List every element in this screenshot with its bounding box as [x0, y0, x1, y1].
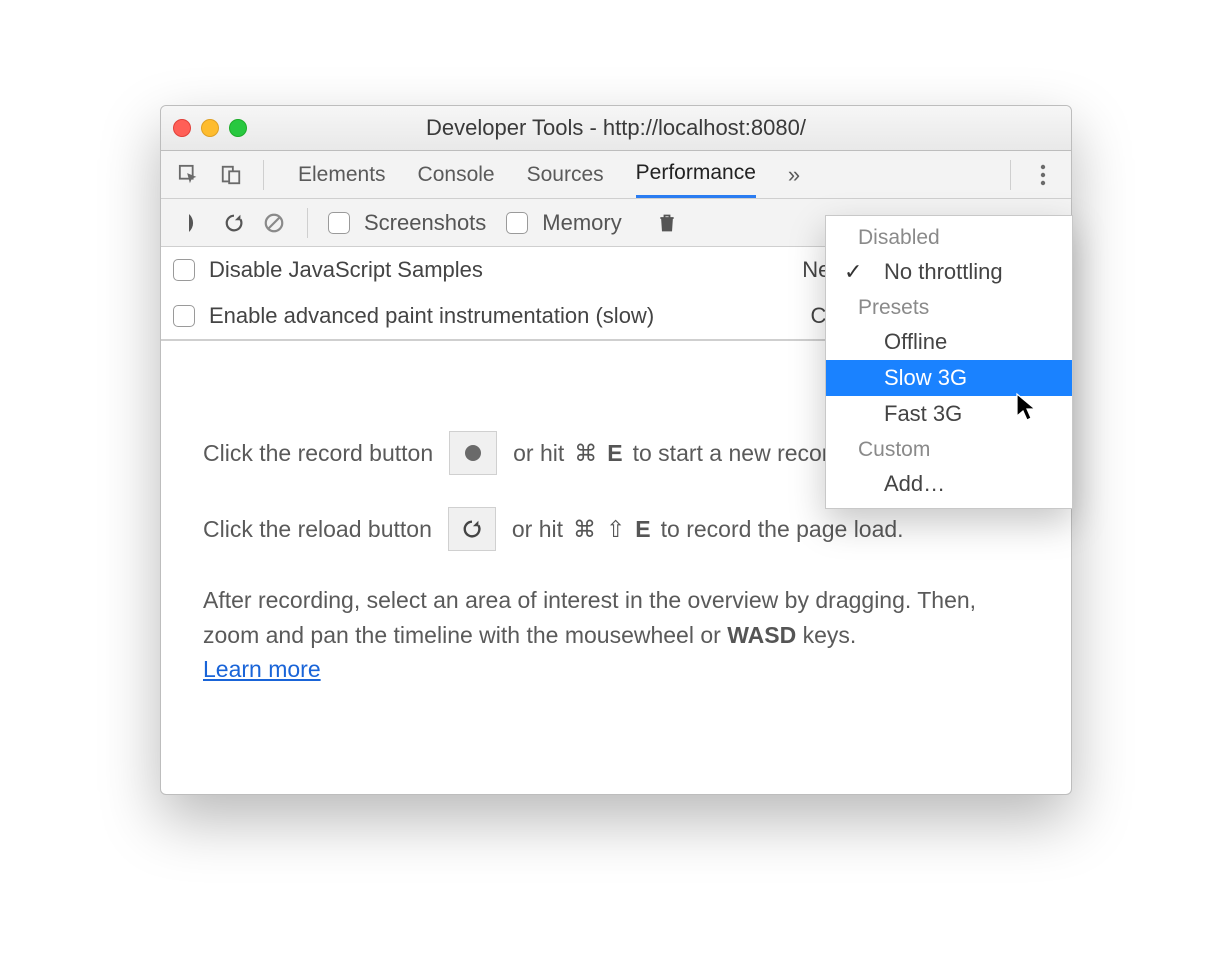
throttle-option-none[interactable]: No throttling: [826, 254, 1072, 290]
record-button[interactable]: [449, 431, 497, 475]
key-e: E: [607, 436, 622, 471]
tabs-overflow-button[interactable]: »: [788, 162, 800, 188]
device-toolbar-icon[interactable]: [215, 164, 247, 186]
throttle-option-fast-3g[interactable]: Fast 3G: [826, 396, 1072, 432]
hint-paragraph: After recording, select an area of inter…: [203, 587, 976, 648]
hint-line2-c: to record the page load.: [661, 512, 904, 547]
screenshots-checkbox[interactable]: [328, 212, 350, 234]
enable-paint-checkbox[interactable]: [173, 305, 195, 327]
separator: [1010, 160, 1011, 190]
reload-button[interactable]: [448, 507, 496, 551]
tab-console[interactable]: Console: [418, 151, 495, 198]
zoom-window-button[interactable]: [229, 119, 247, 137]
dropdown-group-presets: Presets: [826, 290, 1072, 324]
enable-paint-label: Enable advanced paint instrumentation (s…: [209, 303, 654, 329]
dropdown-group-disabled: Disabled: [826, 220, 1072, 254]
separator: [263, 160, 264, 190]
main-tabbar: Elements Console Sources Performance »: [161, 151, 1071, 199]
traffic-lights: [173, 119, 247, 137]
shift-symbol-icon: ⇧: [606, 512, 625, 547]
minimize-window-button[interactable]: [201, 119, 219, 137]
hint-line1-b: or hit: [513, 436, 564, 471]
disable-js-samples-checkbox[interactable]: [173, 259, 195, 281]
separator: [307, 208, 308, 238]
trash-icon[interactable]: [654, 212, 680, 234]
hint-line2-b: or hit: [512, 512, 563, 547]
learn-more-link[interactable]: Learn more: [203, 656, 321, 682]
cmd-symbol-icon: ⌘: [573, 512, 596, 547]
reload-record-icon[interactable]: [221, 212, 247, 234]
wasd-keys: WASD: [727, 622, 796, 648]
memory-checkbox[interactable]: [506, 212, 528, 234]
hint-line2-a: Click the reload button: [203, 512, 432, 547]
disable-js-samples-label: Disable JavaScript Samples: [209, 257, 802, 283]
window-titlebar[interactable]: Developer Tools - http://localhost:8080/: [161, 106, 1071, 151]
window-title: Developer Tools - http://localhost:8080/: [161, 115, 1071, 141]
tab-sources[interactable]: Sources: [527, 151, 604, 198]
memory-label: Memory: [542, 210, 621, 236]
network-throttle-dropdown: Disabled No throttling Presets Offline S…: [825, 215, 1073, 509]
throttle-option-offline[interactable]: Offline: [826, 324, 1072, 360]
close-window-button[interactable]: [173, 119, 191, 137]
more-menu-icon[interactable]: [1027, 164, 1059, 186]
tab-performance[interactable]: Performance: [636, 151, 756, 198]
record-icon[interactable]: [181, 212, 207, 234]
screenshots-label: Screenshots: [364, 210, 486, 236]
dropdown-group-custom: Custom: [826, 432, 1072, 466]
clear-icon[interactable]: [261, 212, 287, 234]
throttle-option-add-custom[interactable]: Add…: [826, 466, 1072, 502]
tab-elements[interactable]: Elements: [298, 151, 386, 198]
inspect-element-icon[interactable]: [173, 164, 205, 186]
hint-line1-a: Click the record button: [203, 436, 433, 471]
cmd-symbol-icon: ⌘: [574, 436, 597, 471]
key-e: E: [635, 512, 650, 547]
throttle-option-slow-3g[interactable]: Slow 3G: [826, 360, 1072, 396]
hint-paragraph-end: keys.: [796, 622, 856, 648]
